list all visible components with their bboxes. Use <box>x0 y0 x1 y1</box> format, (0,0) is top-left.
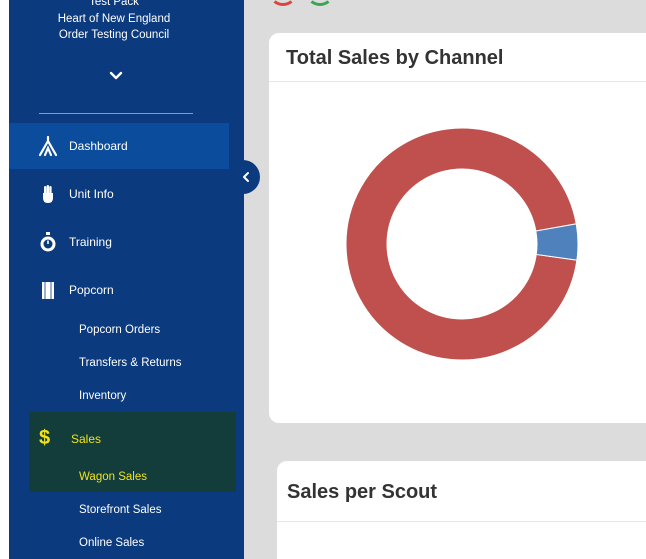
window-edge <box>0 0 9 559</box>
sidebar: Test Pack Heart of New England Order Tes… <box>9 0 244 559</box>
chevron-left-icon <box>243 172 249 182</box>
unit-name: Test Pack <box>89 0 139 8</box>
sidebar-divider <box>39 113 193 114</box>
sidebar-item-label: Popcorn <box>69 283 114 297</box>
organization-info: Test Pack Heart of New England Order Tes… <box>9 0 219 44</box>
sidebar-subitem-online-sales[interactable]: Online Sales <box>79 537 144 549</box>
sidebar-item-unit-info[interactable]: Unit Info <box>9 171 229 217</box>
dollar-icon: $ <box>39 427 51 449</box>
card-title: Total Sales by Channel <box>286 47 504 69</box>
card-divider <box>277 521 646 522</box>
card-title: Sales per Scout <box>287 481 438 503</box>
sidebar-item-sales[interactable]: Sales <box>71 432 101 446</box>
status-indicator-green <box>307 0 333 6</box>
sidebar-subitem-wagon-sales[interactable]: Wagon Sales <box>79 471 147 483</box>
sidebar-collapse-button[interactable] <box>232 160 260 194</box>
hand-icon <box>37 183 59 205</box>
tent-icon <box>37 135 59 157</box>
sidebar-subitem-popcorn-orders[interactable]: Popcorn Orders <box>79 324 160 336</box>
status-indicator-red <box>270 0 296 6</box>
sidebar-subitem-storefront-sales[interactable]: Storefront Sales <box>79 504 161 516</box>
sidebar-subitem-inventory[interactable]: Inventory <box>79 390 126 402</box>
council-region: Heart of New England <box>57 12 171 25</box>
sidebar-item-label: Unit Info <box>69 187 114 201</box>
sales-channel-donut-chart <box>345 127 579 361</box>
sidebar-item-label: Dashboard <box>69 139 128 153</box>
popcorn-box-icon <box>37 279 59 301</box>
total-sales-by-channel-card: Total Sales by Channel <box>269 33 646 423</box>
sidebar-item-label: Training <box>69 235 112 249</box>
chevron-down-icon[interactable] <box>108 68 124 84</box>
stopwatch-icon <box>37 231 59 253</box>
sales-per-scout-card: Sales per Scout <box>277 461 646 559</box>
sidebar-subitem-transfers-returns[interactable]: Transfers & Returns <box>79 357 181 369</box>
sidebar-item-popcorn[interactable]: Popcorn <box>9 267 229 313</box>
sidebar-item-dashboard[interactable]: Dashboard <box>9 123 229 169</box>
sidebar-section-sales: $ Sales Wagon Sales <box>29 412 236 492</box>
council-name: Order Testing Council <box>58 29 170 41</box>
card-divider <box>269 81 646 82</box>
sidebar-item-training[interactable]: Training <box>9 219 229 265</box>
